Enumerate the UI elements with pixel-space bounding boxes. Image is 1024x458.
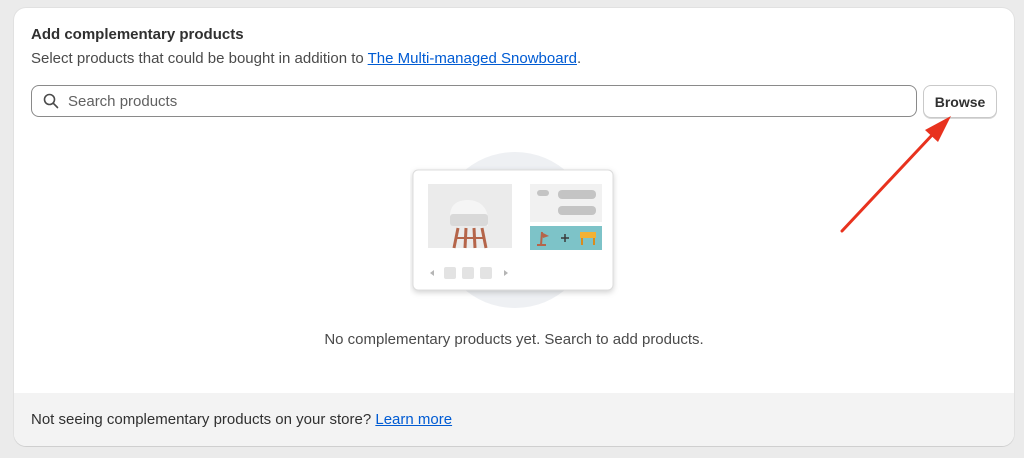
empty-state-message: No complementary products yet. Search to… [324, 331, 704, 348]
footer-text: Not seeing complementary products on you… [31, 411, 452, 428]
footer-message: Not seeing complementary products on you… [31, 411, 372, 428]
learn-more-link[interactable]: Learn more [375, 411, 452, 428]
search-input[interactable] [68, 92, 916, 110]
browse-button[interactable]: Browse [923, 85, 997, 118]
search-field[interactable] [31, 85, 917, 117]
subtitle-suffix: . [576, 50, 582, 67]
product-link[interactable]: The Multi-managed Snowboard [368, 50, 577, 67]
subtitle-text: Select products that could be bought in … [31, 50, 364, 67]
section-subtitle: Select products that could be bought in … [31, 50, 581, 67]
section-title: Add complementary products [31, 26, 244, 43]
search-icon [43, 93, 59, 109]
complementary-products-card: Add complementary products Select produc… [14, 8, 1014, 446]
card-footer: Not seeing complementary products on you… [14, 393, 1014, 446]
empty-state-illustration [410, 150, 620, 310]
